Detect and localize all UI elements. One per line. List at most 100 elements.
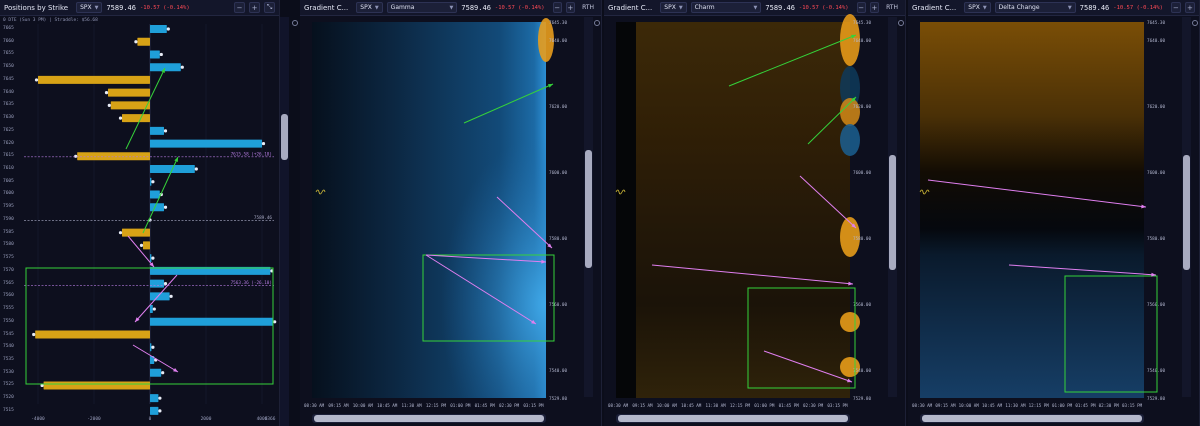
x-tick-label: -4000 bbox=[31, 416, 45, 422]
y-tick-label: 7600.00 bbox=[853, 170, 872, 176]
bar-7545 bbox=[35, 330, 151, 339]
y-tick-label: 7560.00 bbox=[1147, 302, 1166, 308]
y-tick-label: 7620.00 bbox=[549, 104, 568, 110]
gradient-chart-panel-3: Gradient C... SPX ▼ Delta Change ▼ 7589.46 -10… bbox=[908, 0, 1200, 426]
bar-7520 bbox=[150, 394, 159, 403]
bar-dot bbox=[180, 65, 184, 69]
gear-icon[interactable] bbox=[292, 20, 298, 26]
strike-label: 7650 bbox=[3, 64, 14, 70]
strike-label: 7530 bbox=[3, 369, 14, 375]
bar-7555 bbox=[150, 305, 153, 314]
bar-7660 bbox=[137, 37, 150, 46]
strike-label: 7540 bbox=[3, 344, 14, 350]
x-tick-label: 03:15 PM bbox=[827, 403, 848, 408]
x-tick-label: 11:30 AM bbox=[706, 403, 727, 408]
bar-7550 bbox=[150, 317, 274, 326]
x-tick-label: 01:45 PM bbox=[779, 403, 800, 408]
horizontal-scroll-thumb[interactable] bbox=[922, 415, 1142, 422]
gear-icon[interactable] bbox=[898, 20, 904, 26]
strike-label: 7640 bbox=[3, 89, 14, 95]
x-tick-label: 08:30 AM bbox=[304, 403, 325, 408]
horizontal-scroll-thumb[interactable] bbox=[618, 415, 848, 422]
bar-dot bbox=[151, 256, 155, 260]
x-tick-label: 02:30 PM bbox=[803, 403, 824, 408]
x-tick-label: 10:00 AM bbox=[657, 403, 678, 408]
bar-7605 bbox=[150, 177, 152, 186]
x-tick-label: 10:45 AM bbox=[681, 403, 702, 408]
bar-dot bbox=[151, 180, 155, 184]
bar-dot bbox=[163, 205, 168, 209]
x-tick-label: 03:15 PM bbox=[1122, 403, 1143, 408]
vertical-scroll-thumb[interactable] bbox=[1183, 155, 1190, 270]
x-tick-label: 09:15 AM bbox=[328, 403, 349, 408]
gear-icon[interactable] bbox=[1192, 20, 1198, 26]
x-tick-label: 01:45 PM bbox=[475, 403, 496, 408]
bar-dot bbox=[134, 40, 138, 44]
edge-blob bbox=[840, 124, 860, 156]
strike-label: 7625 bbox=[3, 127, 14, 133]
positions-chart: 7615.58 (+26.18) 7589.46 7563.36 (-26.10) -… bbox=[24, 24, 277, 422]
gradient-heatmap: 7645.30 7640.00 7620.00 7600.00 7580.00 7560.… bbox=[608, 14, 872, 408]
bar-dot bbox=[139, 243, 144, 248]
strike-label: 7645 bbox=[3, 76, 14, 82]
bar-dot bbox=[118, 116, 123, 120]
y-tick-label: 7529.80 bbox=[549, 396, 568, 402]
x-tick-label: 03:15 PM bbox=[523, 403, 544, 408]
bar-7655 bbox=[150, 50, 160, 59]
y-tick-label: 7620.00 bbox=[853, 104, 872, 110]
gear-icon[interactable] bbox=[594, 20, 600, 26]
bar-dot bbox=[166, 27, 170, 31]
vertical-scroll-thumb[interactable] bbox=[889, 155, 896, 270]
y-tick-label: 7645.30 bbox=[549, 20, 568, 26]
strike-label: 7570 bbox=[3, 267, 14, 273]
y-tick-label: 7580.00 bbox=[549, 236, 568, 242]
strike-label: 7535 bbox=[3, 356, 14, 362]
bar-7635 bbox=[110, 101, 150, 110]
strike-label: 7520 bbox=[3, 395, 14, 401]
x-tick-label: 10:45 AM bbox=[377, 403, 398, 408]
strike-label: 7595 bbox=[3, 204, 14, 210]
bar-7665 bbox=[150, 25, 167, 33]
bar-7565 bbox=[150, 279, 164, 288]
gradient-chart-panel-2: Gradient C... SPX ▼ Charm ▼ 7589.46 -10.57 (-0… bbox=[604, 0, 906, 426]
strike-label: 7515 bbox=[3, 407, 14, 413]
x-tick-label: 09:15 AM bbox=[632, 403, 653, 408]
y-tick-label: 7529.80 bbox=[853, 396, 872, 402]
bar-dot bbox=[158, 396, 162, 400]
x-tick-label: 12:15 PM bbox=[1029, 403, 1050, 408]
bar-7585 bbox=[122, 228, 150, 237]
y-tick-label: 7600.00 bbox=[1147, 170, 1166, 176]
y-tick-label: 7645.30 bbox=[853, 20, 872, 26]
x-tick-label: 01:00 PM bbox=[1052, 403, 1073, 408]
strike-label: 7610 bbox=[3, 166, 14, 172]
gradient-heatmap: 7645.30 7640.00 7620.00 7600.00 7580.00 7560.… bbox=[304, 18, 568, 408]
strike-label: 7550 bbox=[3, 318, 14, 324]
bar-7620 bbox=[150, 139, 262, 148]
strike-label: 7630 bbox=[3, 115, 14, 121]
bar-dot bbox=[261, 141, 266, 146]
y-tick-label: 7640.00 bbox=[549, 38, 568, 44]
horizontal-scroll-thumb[interactable] bbox=[314, 415, 544, 422]
strike-label: 7655 bbox=[3, 51, 14, 57]
bar-dot bbox=[163, 282, 168, 286]
bar-dot bbox=[32, 332, 36, 337]
positions-scroll-thumb[interactable] bbox=[281, 114, 288, 160]
strike-label: 7660 bbox=[3, 38, 14, 44]
strike-label: 7620 bbox=[3, 140, 14, 146]
bar-dot bbox=[273, 320, 277, 324]
x-tick-label: 08:30 AM bbox=[912, 403, 933, 408]
bar-dot bbox=[194, 167, 198, 171]
x-tick-label: 10:00 AM bbox=[959, 403, 980, 408]
positions-scroll-track[interactable] bbox=[280, 17, 289, 426]
strike-label: 7565 bbox=[3, 280, 14, 286]
x-tick-label: 11:30 AM bbox=[1005, 403, 1026, 408]
y-tick-label: 7529.80 bbox=[1147, 396, 1166, 402]
positions-panel: Positions by Strike SPX ▼ 7589.46 -10.57 … bbox=[0, 0, 280, 426]
bar-dot bbox=[104, 91, 109, 95]
vertical-scroll-thumb[interactable] bbox=[585, 150, 592, 268]
bar-7530 bbox=[150, 368, 162, 377]
strike-label: 7600 bbox=[3, 191, 14, 197]
x-tick-label: 10:45 AM bbox=[982, 403, 1003, 408]
heatmap-layer bbox=[636, 22, 850, 398]
bar-dot bbox=[152, 307, 156, 311]
